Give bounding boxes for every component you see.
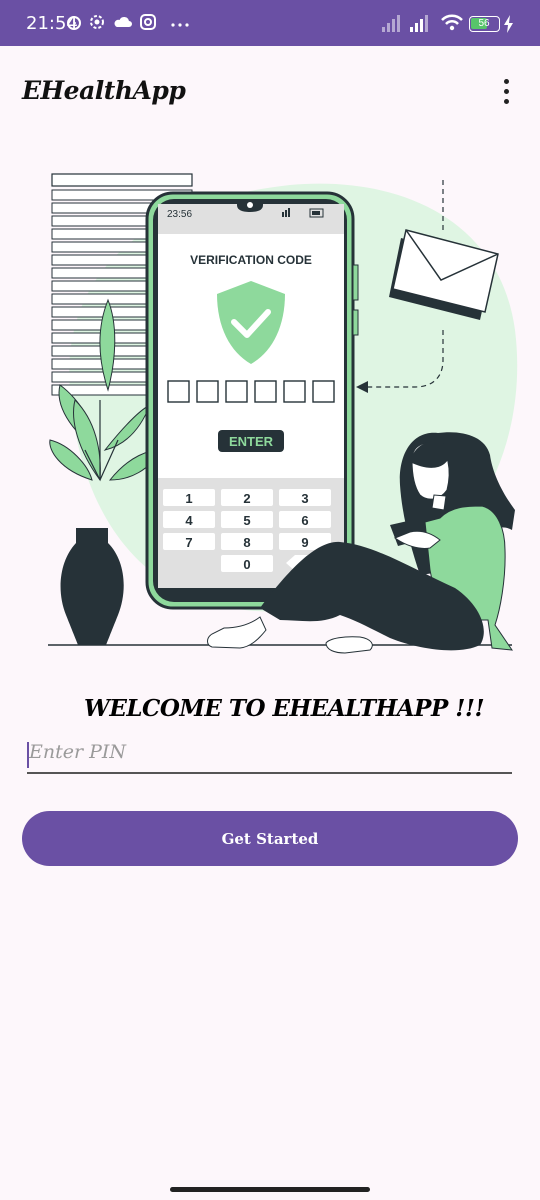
app-title: EHealthApp: [22, 76, 186, 105]
pin-input[interactable]: [27, 732, 512, 774]
key-9: 9: [301, 535, 308, 550]
key-5: 5: [243, 513, 250, 528]
get-started-button[interactable]: Get Started: [22, 811, 518, 866]
settings-icon: [90, 15, 104, 29]
signal-icon-2: [410, 15, 428, 32]
gesture-nav-handle[interactable]: [170, 1187, 370, 1192]
verification-illustration: 23:56 VERIFICATION CODE ENTER 1 2 3 4 5 …: [48, 173, 518, 654]
key-2: 2: [243, 491, 250, 506]
more-dots-icon: [171, 23, 189, 27]
key-7: 7: [185, 535, 192, 550]
enter-label: ENTER: [229, 434, 274, 449]
cloud-icon: [114, 16, 132, 27]
app-bar: EHealthApp: [0, 46, 540, 136]
key-3: 3: [301, 491, 308, 506]
signal-icon: [382, 15, 400, 32]
key-0: 0: [243, 557, 250, 572]
verification-heading: VERIFICATION CODE: [190, 253, 312, 267]
instagram-icon: [140, 14, 156, 30]
battery-icon: 56: [469, 16, 500, 32]
text-cursor: [27, 742, 29, 768]
status-bar: 21:54 56: [0, 0, 540, 46]
key-6: 6: [301, 513, 308, 528]
battery-level: 56: [478, 18, 490, 29]
phone-time: 23:56: [167, 209, 192, 220]
key-4: 4: [185, 513, 193, 528]
key-8: 8: [243, 535, 250, 550]
more-vert-icon[interactable]: [488, 72, 524, 112]
charging-icon: [504, 15, 513, 33]
alarm-icon: [67, 16, 81, 30]
welcome-heading: WELCOME TO EHEALTHAPP !!!: [84, 695, 485, 722]
key-1: 1: [185, 491, 192, 506]
wifi-icon: [441, 14, 463, 31]
